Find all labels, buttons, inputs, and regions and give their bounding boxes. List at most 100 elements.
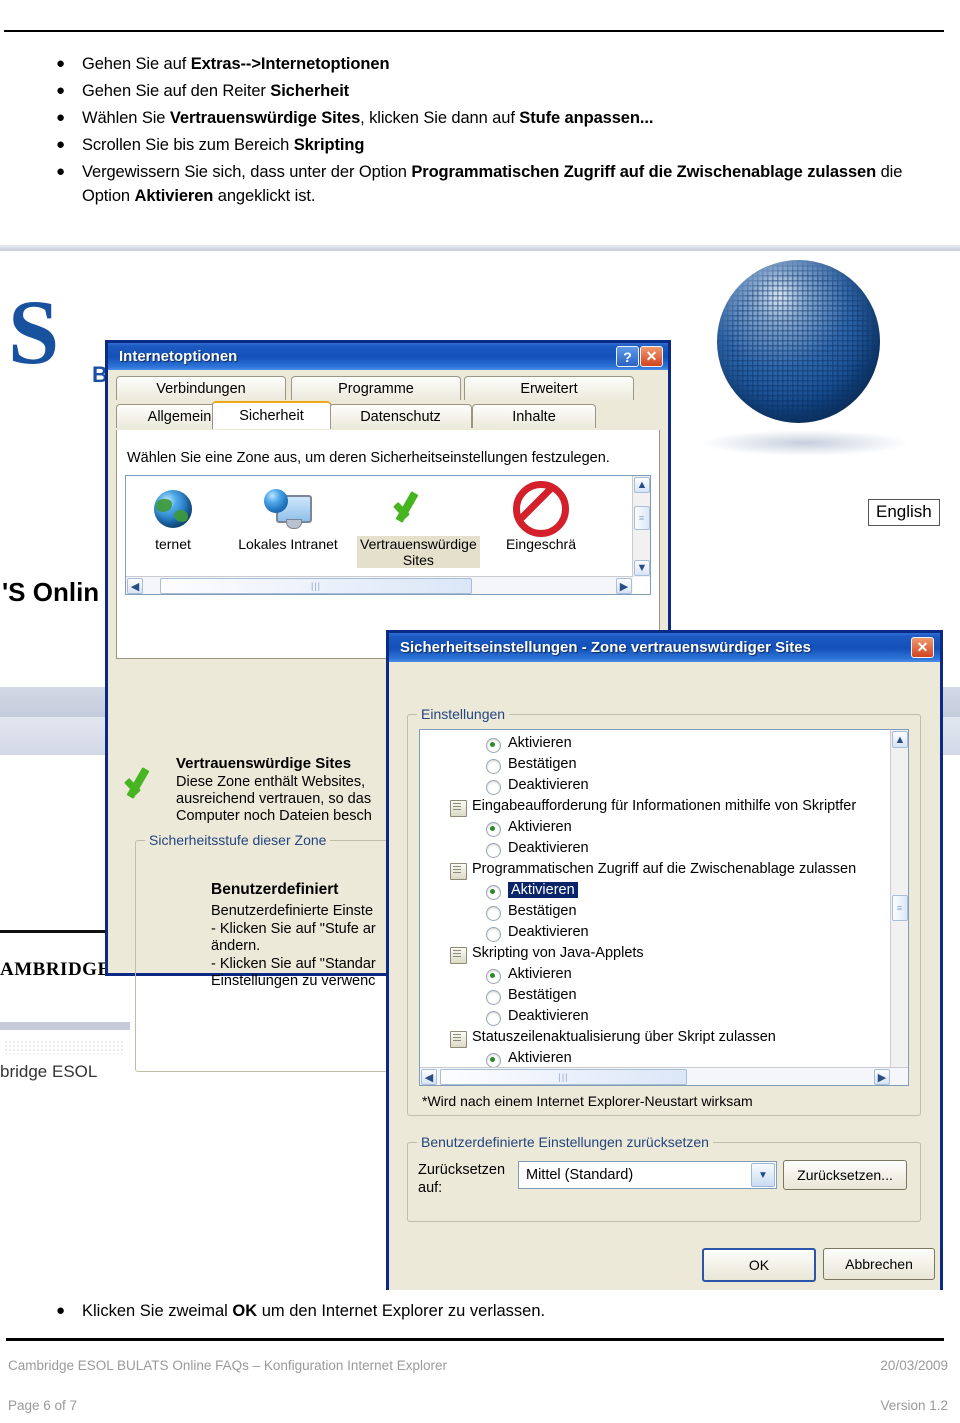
bullet-dot: ● xyxy=(56,55,66,72)
emphasis-text: Aktivieren xyxy=(134,187,214,205)
radio-button[interactable] xyxy=(486,738,501,753)
setting-option-text: Deaktivieren xyxy=(508,777,589,793)
plain-text: angeklickt ist. xyxy=(213,187,316,205)
zone-item-local-intranet[interactable]: Lokales Intranet xyxy=(233,482,343,552)
close-icon[interactable]: ✕ xyxy=(640,346,663,367)
bullet-dot: ● xyxy=(56,1302,66,1319)
setting-category[interactable]: Statuszeilenaktualisierung über Skript z… xyxy=(420,1028,890,1049)
scroll-thumb[interactable]: ||| xyxy=(160,578,472,594)
internet-options-title: Internetoptionen xyxy=(119,348,238,365)
security-level-description: Benutzerdefinierte Einste - Klicken Sie a… xyxy=(211,903,376,991)
setting-radio-option[interactable]: Bestätigen xyxy=(420,902,890,923)
radio-button[interactable] xyxy=(486,885,501,900)
setting-category-label: Statuszeilenaktualisierung über Skript z… xyxy=(472,1029,776,1045)
radio-button[interactable] xyxy=(486,780,501,795)
setting-option-label: Bestätigen xyxy=(508,756,577,772)
scroll-up-icon[interactable]: ▲ xyxy=(634,477,650,493)
setting-radio-option[interactable]: Aktivieren xyxy=(420,965,890,986)
bullet-dot: ● xyxy=(56,109,66,126)
radio-button[interactable] xyxy=(486,822,501,837)
radio-button[interactable] xyxy=(486,990,501,1005)
setting-radio-option[interactable]: Deaktivieren xyxy=(420,839,890,860)
zone-label: Vertrauenswürdige Sites xyxy=(357,536,480,568)
setting-option-label: Deaktivieren xyxy=(508,924,589,940)
emphasis-text: Programmatischen Zugriff auf die Zwische… xyxy=(411,163,877,181)
setting-radio-option[interactable]: Aktivieren xyxy=(420,818,890,839)
setting-radio-option[interactable]: Deaktivieren xyxy=(420,776,890,797)
reset-button[interactable]: Zurücksetzen... xyxy=(783,1160,907,1190)
tab-sicherheit[interactable]: Sicherheit xyxy=(212,401,331,429)
radio-button[interactable] xyxy=(486,906,501,921)
radio-button[interactable] xyxy=(486,969,501,984)
globe-icon xyxy=(717,260,880,423)
emphasis-text: Stufe anpassen... xyxy=(519,109,654,127)
tab-inhalte[interactable]: Inhalte xyxy=(472,404,596,428)
setting-category[interactable]: Skripting von Java-Applets xyxy=(420,944,890,965)
background-logo-letter: S xyxy=(8,281,60,383)
settings-vertical-scrollbar[interactable]: ▲ ≡ ▼ xyxy=(890,730,908,1085)
setting-radio-option[interactable]: Bestätigen xyxy=(420,755,890,776)
setting-radio-option[interactable]: Aktivieren xyxy=(420,734,890,755)
radio-button[interactable] xyxy=(486,1053,501,1068)
scroll-thumb[interactable]: ≡ xyxy=(634,506,650,530)
radio-button[interactable] xyxy=(486,843,501,858)
zone-list[interactable]: ternet Lokales Intranet Vertrauenswürdig… xyxy=(125,475,651,595)
zone-item-trusted-sites[interactable]: Vertrauenswürdige Sites xyxy=(357,482,480,570)
help-icon[interactable]: ? xyxy=(616,346,639,367)
scroll-left-icon[interactable]: ◀ xyxy=(421,1069,437,1085)
tab-programme[interactable]: Programme xyxy=(291,376,461,400)
radio-button[interactable] xyxy=(486,1011,501,1026)
settings-horizontal-scrollbar[interactable]: ◀ ||| ▶ xyxy=(420,1067,908,1085)
trusted-line: Computer noch Dateien besch xyxy=(176,808,372,824)
setting-radio-option[interactable]: Bestätigen xyxy=(420,986,890,1007)
tab-datenschutz[interactable]: Datenschutz xyxy=(329,404,472,428)
instruction-text: Gehen Sie auf den Reiter Sicherheit xyxy=(82,79,349,103)
footer-rule xyxy=(6,1338,944,1341)
embedded-screenshot: S B 'S Onlin AMBRIDGE bridge ESOL Englis… xyxy=(0,240,960,1290)
tab-verbindungen[interactable]: Verbindungen xyxy=(116,376,286,400)
reset-level-select[interactable]: Mittel (Standard) ▼ xyxy=(518,1161,777,1189)
script-setting-icon xyxy=(450,1031,467,1048)
security-tab-page: Wählen Sie eine Zone aus, um deren Siche… xyxy=(116,430,660,659)
trusted-line: ausreichend vertrauen, so das xyxy=(176,791,372,807)
scroll-thumb[interactable]: ≡ xyxy=(892,895,908,921)
close-icon[interactable]: ✕ xyxy=(911,637,934,658)
zone-vertical-scrollbar[interactable]: ▲ ≡ ▼ xyxy=(632,476,650,577)
cancel-button[interactable]: Abbrechen xyxy=(823,1248,935,1280)
reset-label-line2: auf: xyxy=(418,1180,443,1196)
setting-category[interactable]: Programmatischen Zugriff auf die Zwische… xyxy=(420,860,890,881)
scroll-right-icon[interactable]: ▶ xyxy=(616,578,632,594)
security-settings-title: Sicherheitseinstellungen - Zone vertraue… xyxy=(400,639,811,656)
setting-radio-option[interactable]: Aktivieren xyxy=(420,881,890,902)
scroll-thumb[interactable]: ||| xyxy=(440,1069,687,1085)
scroll-down-icon[interactable]: ▼ xyxy=(634,560,650,576)
setting-category-label: Programmatischen Zugriff auf die Zwische… xyxy=(472,861,857,877)
zone-item-internet[interactable]: ternet xyxy=(118,482,228,552)
plain-text: Scrollen Sie bis zum Bereich xyxy=(82,136,294,154)
scroll-up-icon[interactable]: ▲ xyxy=(892,731,908,748)
setting-category[interactable]: Eingabeaufforderung für Informationen mi… xyxy=(420,797,890,818)
setting-option-label: Aktivieren xyxy=(508,966,572,982)
setting-option-text: Deaktivieren xyxy=(508,840,589,856)
trusted-title: Vertrauenswürdige Sites xyxy=(176,755,352,772)
setting-radio-option[interactable]: Deaktivieren xyxy=(420,1007,890,1028)
footer-page-number: Page 6 of 7 xyxy=(8,1398,78,1413)
script-setting-icon xyxy=(450,947,467,964)
scroll-left-icon[interactable]: ◀ xyxy=(127,578,143,594)
ok-button[interactable]: OK xyxy=(702,1248,816,1282)
chevron-down-icon[interactable]: ▼ xyxy=(751,1163,775,1187)
settings-list[interactable]: Aktivieren Bestätigen Deaktivieren Eingabea… xyxy=(419,729,909,1086)
setting-option-label: Aktivieren xyxy=(508,735,572,751)
green-check-icon xyxy=(120,763,166,807)
setting-radio-option[interactable]: Deaktivieren xyxy=(420,923,890,944)
zone-horizontal-scrollbar[interactable]: ◀ ||| ▶ xyxy=(126,576,633,594)
tab-erweitert[interactable]: Erweitert xyxy=(464,376,634,400)
scroll-right-icon[interactable]: ▶ xyxy=(874,1069,890,1085)
setting-option-label: Aktivieren xyxy=(508,882,578,898)
language-button[interactable]: English xyxy=(868,499,940,526)
closing-instruction: ● Klicken Sie zweimal OK um den Internet… xyxy=(56,1300,936,1322)
bullet-dot: ● xyxy=(56,82,66,99)
radio-button[interactable] xyxy=(486,927,501,942)
zone-item-restricted[interactable]: Eingeschrä xyxy=(486,481,596,552)
radio-button[interactable] xyxy=(486,759,501,774)
